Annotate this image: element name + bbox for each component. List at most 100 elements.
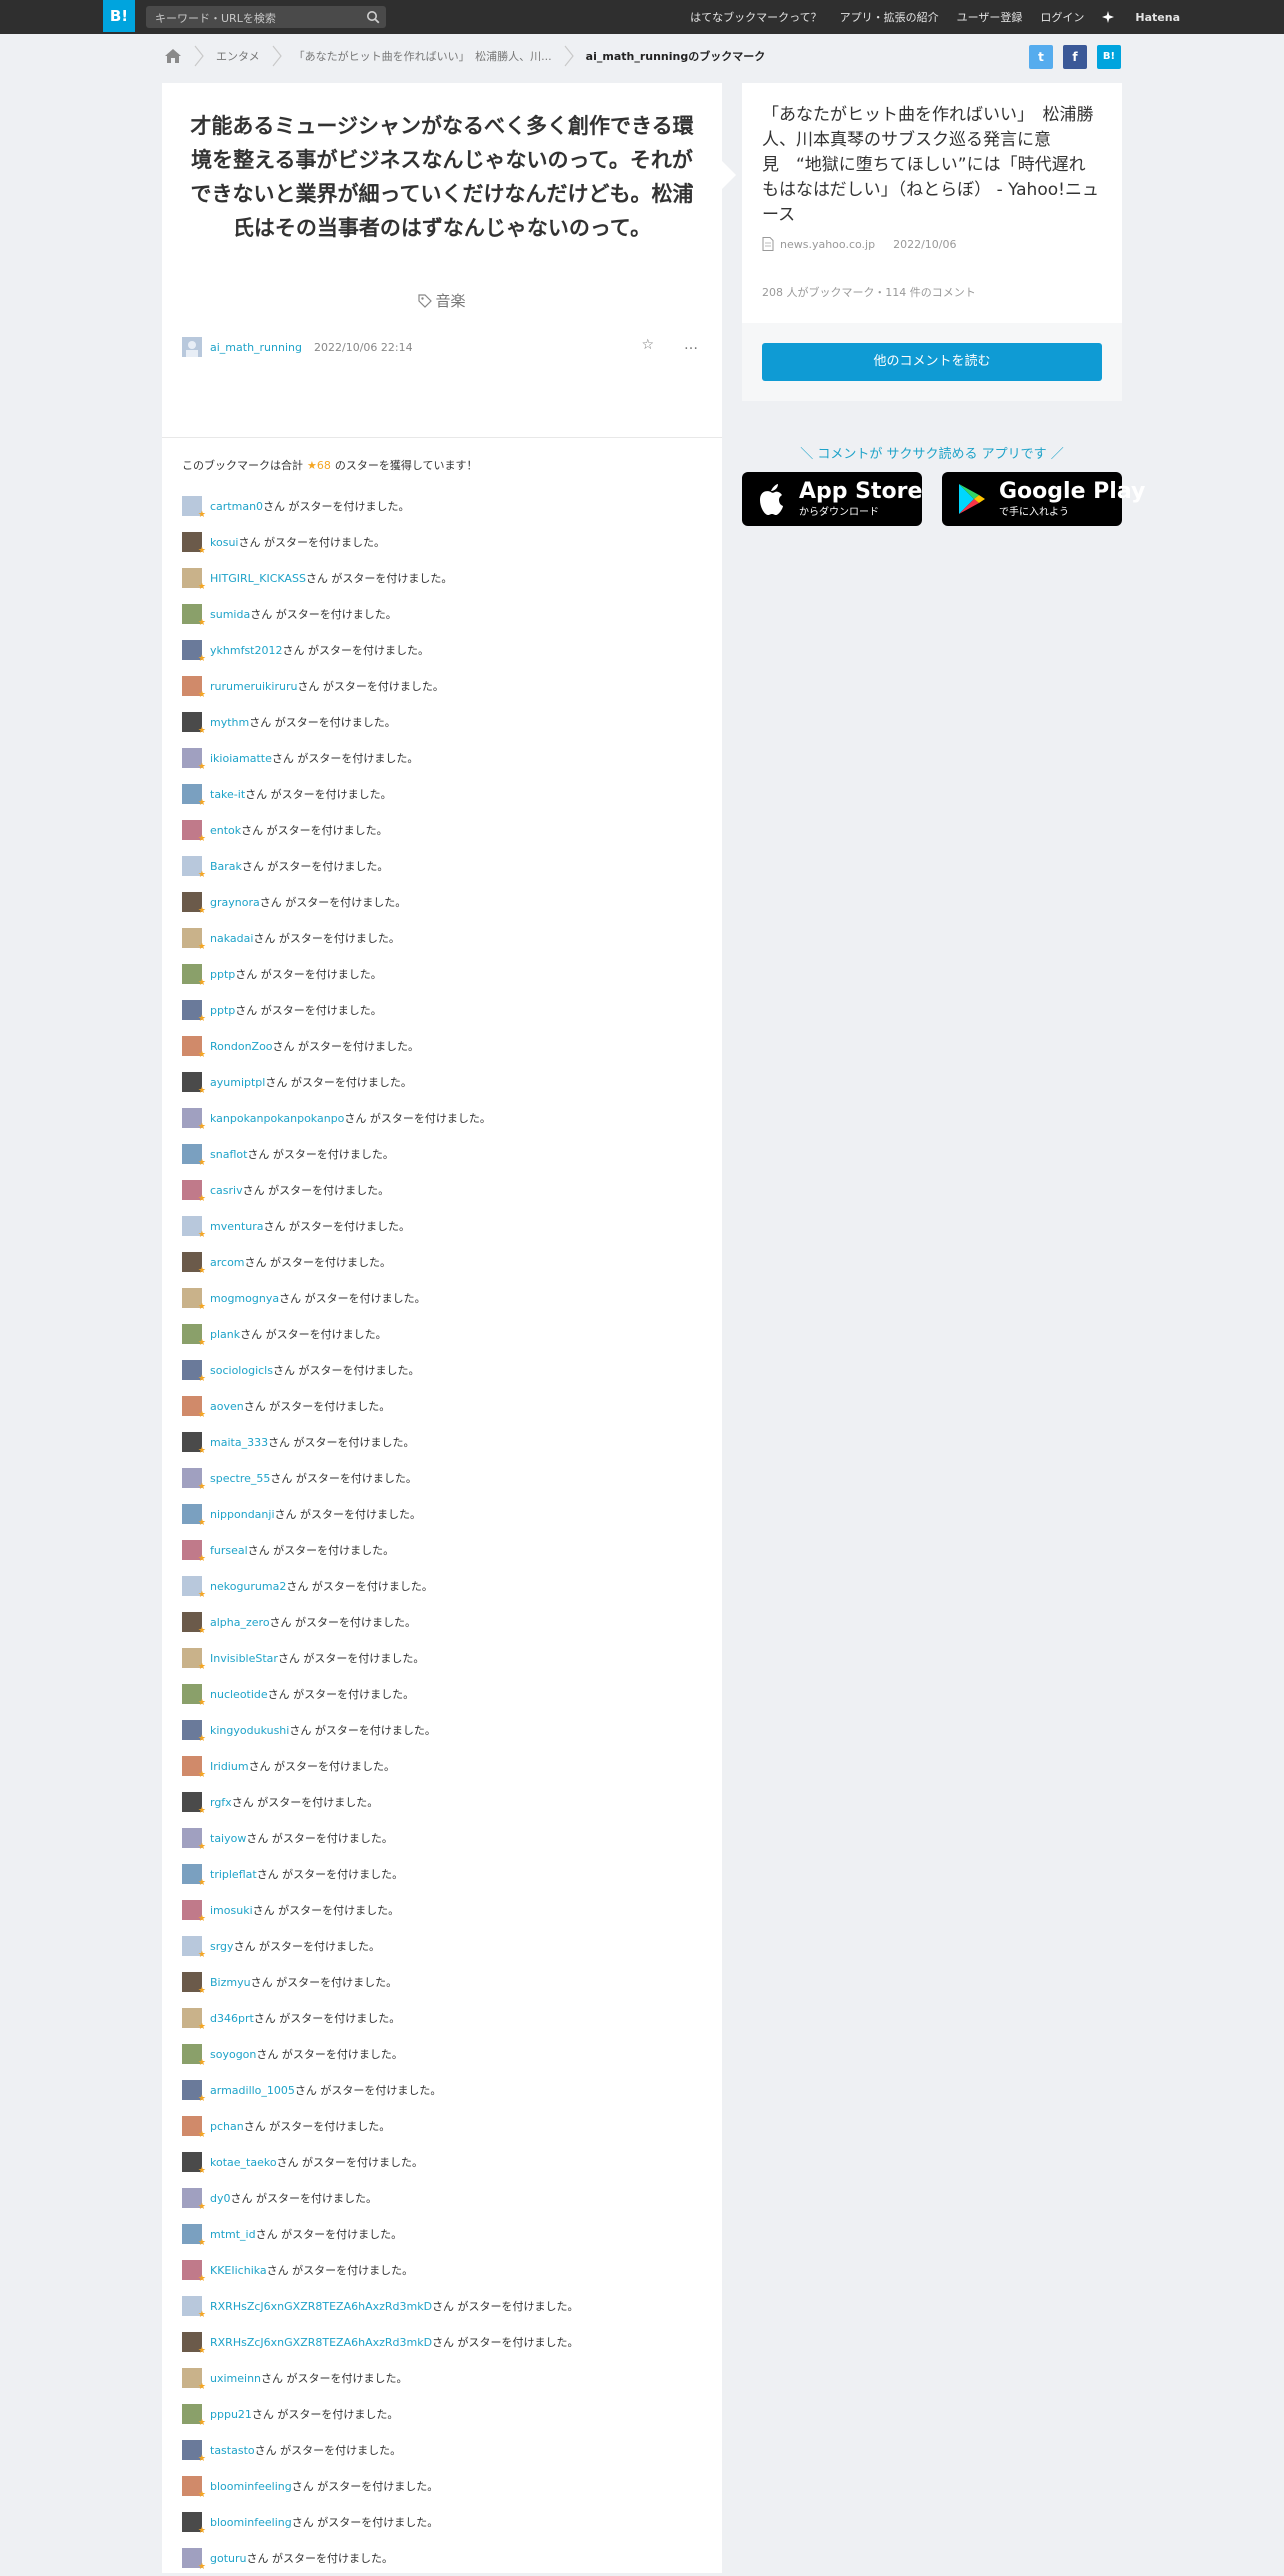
avatar[interactable]: ★: [182, 1612, 206, 1636]
user-link[interactable]: kotae_taeko: [210, 2156, 277, 2169]
user-link[interactable]: sociologicls: [210, 1364, 273, 1377]
avatar[interactable]: ★: [182, 2476, 206, 2500]
user-link[interactable]: casriv: [210, 1184, 243, 1197]
user-link[interactable]: Barak: [210, 860, 242, 873]
read-comments-button[interactable]: 他のコメントを読む: [762, 343, 1102, 381]
avatar[interactable]: ★: [182, 964, 206, 988]
nav-about[interactable]: はてなブックマークって？: [690, 9, 821, 25]
avatar[interactable]: ★: [182, 2224, 206, 2248]
search-icon[interactable]: [366, 10, 380, 24]
avatar[interactable]: ★: [182, 1360, 206, 1384]
avatar[interactable]: ★: [182, 1468, 206, 1492]
avatar[interactable]: ★: [182, 928, 206, 952]
avatar[interactable]: ★: [182, 1072, 206, 1096]
facebook-share-icon[interactable]: f: [1063, 45, 1087, 69]
avatar[interactable]: ★: [182, 2332, 206, 2356]
user-link[interactable]: bloominfeeling: [210, 2480, 292, 2493]
user-link[interactable]: pppu21: [210, 2408, 252, 2421]
user-link[interactable]: arcom: [210, 1256, 245, 1269]
user-link[interactable]: uximeinn: [210, 2372, 261, 2385]
bookmark-tag[interactable]: 音楽: [162, 290, 722, 311]
user-link[interactable]: take-it: [210, 788, 245, 801]
hatena-brand-link[interactable]: Hatena: [1102, 11, 1180, 24]
breadcrumb-entry[interactable]: 「あなたがヒット曲を作ればいい」 松浦勝人、川...: [294, 48, 552, 64]
avatar[interactable]: ★: [182, 640, 206, 664]
avatar[interactable]: ★: [182, 2044, 206, 2068]
user-link[interactable]: KKEIichika: [210, 2264, 267, 2277]
user-link[interactable]: taiyow: [210, 1832, 246, 1845]
avatar[interactable]: ★: [182, 1648, 206, 1672]
avatar[interactable]: ★: [182, 856, 206, 880]
user-link[interactable]: kingyodukushi: [210, 1724, 289, 1737]
home-icon[interactable]: [164, 48, 182, 64]
user-link[interactable]: maita_333: [210, 1436, 268, 1449]
user-link[interactable]: rurumeruikiruru: [210, 680, 297, 693]
add-star-icon[interactable]: ☆: [641, 337, 654, 353]
nav-login[interactable]: ログイン: [1040, 9, 1084, 25]
avatar[interactable]: ★: [182, 1792, 206, 1816]
avatar[interactable]: ★: [182, 1720, 206, 1744]
nav-register[interactable]: ユーザー登録: [957, 9, 1023, 25]
avatar[interactable]: ★: [182, 1540, 206, 1564]
avatar[interactable]: ★: [182, 2440, 206, 2464]
user-link[interactable]: nekoguruma2: [210, 1580, 286, 1593]
avatar[interactable]: ★: [182, 1864, 206, 1888]
avatar[interactable]: ★: [182, 1432, 206, 1456]
avatar[interactable]: ★: [182, 2368, 206, 2392]
more-options-icon[interactable]: …: [684, 337, 698, 353]
twitter-share-icon[interactable]: t: [1029, 45, 1053, 69]
user-link[interactable]: ykhmfst2012: [210, 644, 282, 657]
user-link[interactable]: aoven: [210, 1400, 244, 1413]
avatar[interactable]: ★: [182, 892, 206, 916]
user-link[interactable]: Iridium: [210, 1760, 249, 1773]
user-link[interactable]: snaflot: [210, 1148, 247, 1161]
avatar[interactable]: ★: [182, 748, 206, 772]
user-link[interactable]: soyogon: [210, 2048, 256, 2061]
avatar[interactable]: ★: [182, 2404, 206, 2428]
user-link[interactable]: spectre_55: [210, 1472, 270, 1485]
user-link[interactable]: entok: [210, 824, 241, 837]
avatar[interactable]: ★: [182, 2260, 206, 2284]
avatar[interactable]: ★: [182, 532, 206, 556]
entry-title[interactable]: 「あなたがヒット曲を作ればいい」 松浦勝人、川本真琴のサブスク巡る発言に意見 “…: [762, 103, 1102, 228]
user-link[interactable]: mythm: [210, 716, 249, 729]
user-link[interactable]: furseal: [210, 1544, 248, 1557]
user-link[interactable]: pptp: [210, 968, 235, 981]
user-link[interactable]: imosuki: [210, 1904, 253, 1917]
user-link[interactable]: nakadai: [210, 932, 253, 945]
google-play-badge[interactable]: Google Play で手に入れよう: [942, 472, 1145, 526]
user-link[interactable]: RXRHsZcJ6xnGXZR8TEZA6hAxzRd3mkD: [210, 2300, 432, 2313]
user-link[interactable]: nippondanji: [210, 1508, 275, 1521]
user-link[interactable]: kanpokanpokanpokanpo: [210, 1112, 344, 1125]
avatar[interactable]: ★: [182, 1216, 206, 1240]
user-link[interactable]: d346prt: [210, 2012, 254, 2025]
hatena-share-icon[interactable]: B!: [1097, 45, 1121, 69]
avatar[interactable]: ★: [182, 712, 206, 736]
user-link[interactable]: goturu: [210, 2552, 247, 2565]
user-link[interactable]: ikioiamatte: [210, 752, 272, 765]
user-link[interactable]: ayumiptpl: [210, 1076, 265, 1089]
user-link[interactable]: Bizmyu: [210, 1976, 251, 1989]
user-link[interactable]: RondonZoo: [210, 1040, 273, 1053]
avatar[interactable]: ★: [182, 496, 206, 520]
user-link[interactable]: alpha_zero: [210, 1616, 270, 1629]
avatar[interactable]: ★: [182, 1036, 206, 1060]
avatar[interactable]: ★: [182, 2152, 206, 2176]
avatar[interactable]: ★: [182, 1144, 206, 1168]
user-link[interactable]: sumida: [210, 608, 250, 621]
app-store-badge[interactable]: App Store からダウンロード: [742, 472, 922, 526]
avatar[interactable]: ★: [182, 1828, 206, 1852]
avatar[interactable]: ★: [182, 1504, 206, 1528]
user-link[interactable]: pchan: [210, 2120, 244, 2133]
user-link[interactable]: kosui: [210, 536, 238, 549]
nav-apps[interactable]: アプリ・拡張の紹介: [840, 9, 939, 25]
avatar[interactable]: ★: [182, 784, 206, 808]
user-link[interactable]: armadillo_1005: [210, 2084, 295, 2097]
user-link[interactable]: cartman0: [210, 500, 263, 513]
hatena-bookmark-logo[interactable]: B!: [103, 0, 135, 32]
user-link[interactable]: nucleotide: [210, 1688, 268, 1701]
user-link[interactable]: mogmognya: [210, 1292, 279, 1305]
avatar[interactable]: ★: [182, 1288, 206, 1312]
avatar[interactable]: ★: [182, 2548, 206, 2572]
avatar[interactable]: ★: [182, 1972, 206, 1996]
